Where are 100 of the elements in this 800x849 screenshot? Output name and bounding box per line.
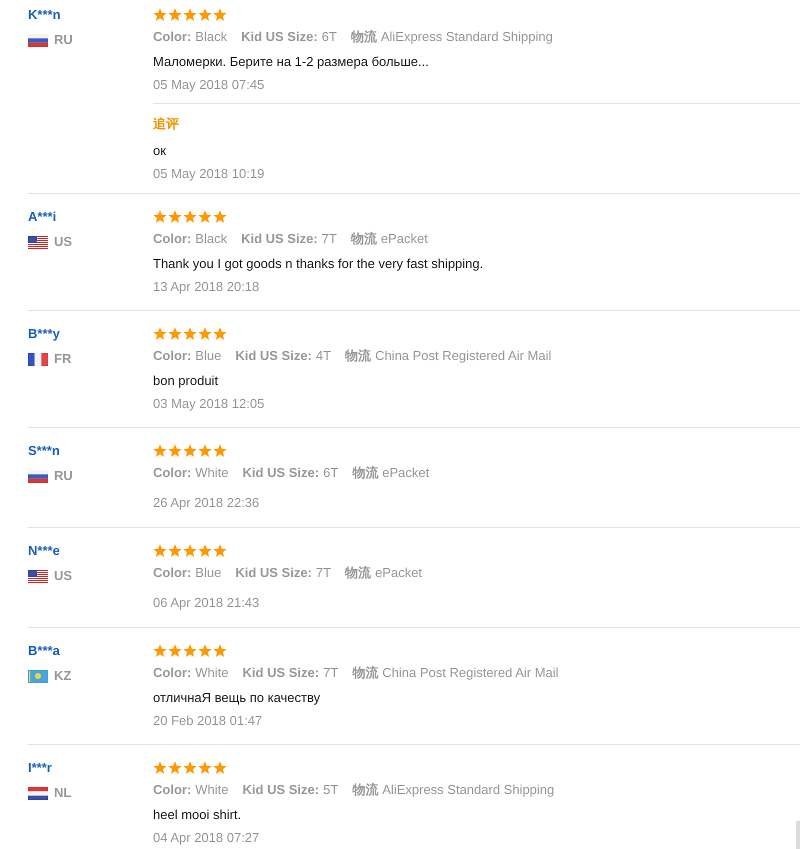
star-icon [168, 444, 182, 458]
review-date: 26 Apr 2018 22:36 [153, 494, 260, 512]
reviewer-name[interactable]: S***n [28, 443, 60, 459]
attribute-label: Color: [153, 28, 192, 46]
attribute-label: Color: [153, 781, 192, 800]
reviewer-name[interactable]: B***a [28, 643, 60, 659]
review-date: 04 Apr 2018 07:27 [153, 829, 260, 847]
attribute-value: China Post Registered Air Mail [382, 664, 559, 682]
attribute-label: Color: [153, 564, 192, 582]
star-icon [153, 210, 167, 224]
attribute-label: 物流 [350, 28, 377, 46]
review-text: Thank you I got goods n thanks for the very fast shipping. [153, 255, 484, 273]
attribute-value: White [195, 664, 229, 682]
review-text: heel mooi shirt. [153, 806, 242, 824]
attribute-label: Kid US Size: [242, 464, 320, 482]
attribute-value: 6T [322, 28, 337, 46]
attribute-value: ePacket [375, 564, 422, 582]
attribute-label: Color: [153, 464, 192, 482]
follow-up-label: 追评 [153, 115, 179, 133]
reviewer-name[interactable]: K***n [28, 7, 61, 23]
country-code: US [54, 234, 72, 250]
flag-icon [28, 570, 48, 582]
attribute-label: 物流 [352, 664, 378, 682]
star-icon [198, 327, 212, 341]
attribute-value: Blue [195, 347, 222, 366]
flag-icon [28, 352, 48, 366]
attribute-value: 7T [322, 230, 337, 248]
scrollbar-thumb[interactable] [796, 821, 800, 849]
country-code: RU [54, 32, 73, 48]
star-icon [183, 327, 197, 341]
attribute-value: White [195, 781, 229, 800]
star-icon [213, 8, 227, 22]
review-text: отличнаЯ вещь по качеству [153, 689, 320, 707]
attribute-label: Kid US Size: [241, 28, 318, 46]
star-icon [198, 210, 212, 224]
attribute-value: ePacket [380, 230, 428, 248]
star-icon [213, 644, 227, 658]
review-date: 03 May 2018 12:05 [153, 395, 264, 413]
country-code: US [54, 568, 72, 584]
attribute-label: Color: [153, 230, 192, 248]
flag-icon [28, 470, 48, 482]
star-icon [153, 544, 167, 558]
country-code: KZ [54, 668, 72, 684]
attribute-value: AliExpress Standard Shipping [382, 781, 554, 800]
star-icon [198, 8, 212, 22]
attribute-label: 物流 [345, 564, 372, 582]
attribute-value: China Post Registered Air Mail [375, 347, 552, 366]
flag-icon [28, 34, 48, 46]
attribute-value: AliExpress Standard Shipping [380, 28, 553, 46]
attribute-value: ePacket [382, 464, 430, 482]
attribute-label: Kid US Size: [235, 564, 312, 582]
star-icon [213, 544, 227, 558]
attribute-label: Kid US Size: [242, 781, 320, 800]
star-icon [153, 8, 167, 22]
review-text: bon produit [153, 372, 218, 390]
star-icon [168, 544, 182, 558]
review-date: 13 Apr 2018 20:18 [153, 278, 260, 296]
star-icon [183, 761, 197, 775]
reviewer-name[interactable]: N***e [28, 543, 60, 559]
star-icon [183, 444, 197, 458]
star-icon [198, 644, 212, 658]
star-icon [198, 444, 212, 458]
attribute-label: Color: [153, 347, 192, 366]
star-icon [213, 210, 227, 224]
review-date: 06 Apr 2018 21:43 [153, 594, 260, 612]
star-icon [168, 327, 182, 341]
attribute-value: Black [195, 28, 228, 46]
star-icon [183, 210, 197, 224]
star-icon [168, 210, 182, 224]
star-icon [168, 644, 182, 658]
attribute-value: 5T [323, 781, 338, 800]
attribute-label: Kid US Size: [235, 347, 312, 366]
attribute-label: Color: [153, 664, 192, 682]
star-icon [183, 544, 197, 558]
star-icon [213, 327, 227, 341]
follow-up-text: ок [153, 142, 166, 160]
star-icon [213, 761, 227, 775]
star-icon [213, 444, 227, 458]
star-icon [183, 8, 197, 22]
country-code: NL [54, 785, 72, 801]
attribute-label: Kid US Size: [241, 230, 318, 248]
attribute-value: 4T [316, 347, 332, 366]
attribute-value: 6T [323, 464, 338, 482]
star-icon [198, 544, 212, 558]
star-icon [168, 8, 182, 22]
reviewer-name[interactable]: I***r [28, 760, 52, 776]
flag-icon [28, 786, 48, 800]
flag-icon [28, 236, 48, 248]
attribute-value: 7T [316, 564, 332, 582]
star-icon [153, 761, 167, 775]
star-icon [153, 444, 167, 458]
reviewer-name[interactable]: B***y [28, 326, 60, 342]
flag-icon [28, 670, 48, 682]
star-icon [153, 644, 167, 658]
reviewer-name[interactable]: A***i [28, 209, 56, 225]
follow-up-date: 05 May 2018 10:19 [153, 165, 264, 183]
country-code: FR [54, 351, 72, 367]
attribute-label: 物流 [352, 464, 378, 482]
star-icon [198, 761, 212, 775]
star-icon [168, 761, 182, 775]
